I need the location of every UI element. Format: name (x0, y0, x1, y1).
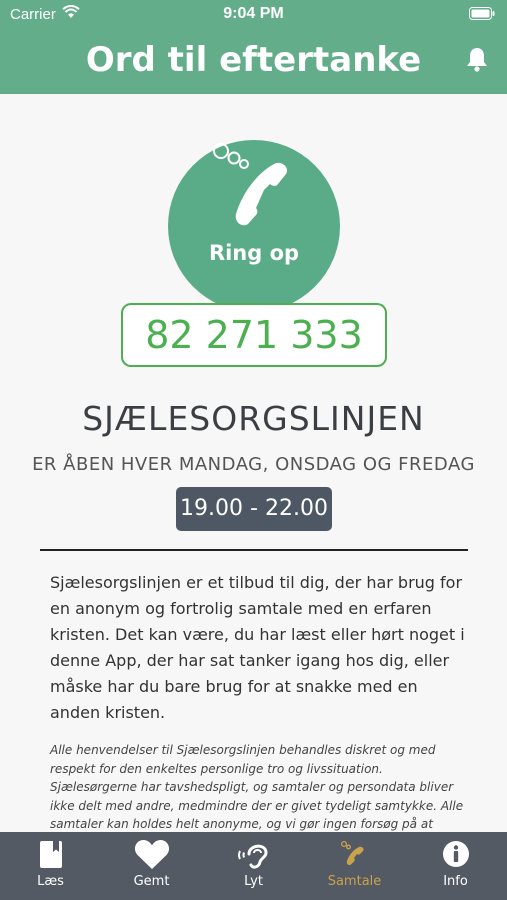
phone-icon (213, 143, 288, 226)
battery-icon (469, 7, 495, 20)
service-title: SJÆLESORGSLINJEN (82, 399, 425, 438)
status-time: 9:04 PM (223, 5, 284, 22)
phone-icon (340, 840, 364, 866)
page-title: Ord til eftertanke (85, 40, 422, 80)
tab-laes[interactable]: Læs (0, 832, 101, 900)
divider (40, 549, 468, 551)
tab-label: Lyt (244, 874, 263, 889)
bell-icon[interactable] (465, 46, 489, 72)
tab-label: Gemt (133, 874, 170, 889)
tab-info[interactable]: Info (405, 832, 506, 900)
ear-icon (237, 844, 268, 869)
tab-samtale[interactable]: Samtale (304, 832, 405, 900)
nav-bar: Ord til eftertanke (0, 28, 507, 94)
call-button[interactable]: Ring op (168, 140, 340, 312)
heart-icon (134, 840, 169, 869)
opening-hours-badge: 19.00 - 22.00 (176, 487, 332, 531)
opening-days: ER ÅBEN HVER MANDAG, ONSDAG OG FREDAG (32, 454, 475, 475)
tab-gemt[interactable]: Gemt (101, 832, 202, 900)
tab-label: Læs (37, 874, 64, 889)
content-area: Ring op 82 271 333 SJÆLESORGSLINJEN ER Å… (0, 94, 507, 832)
disclaimer-text: Alle henvendelser til Sjælesorgslinjen b… (50, 743, 464, 831)
call-label: Ring op (208, 241, 300, 265)
tab-lyt[interactable]: Lyt (203, 832, 304, 900)
tab-bar: Læs Gemt Lyt Samtale Info (0, 832, 507, 900)
tab-label: Info (443, 874, 468, 889)
tab-label: Samtale (327, 874, 382, 889)
book-icon (39, 841, 62, 868)
description-text: Sjælesorgslinjen er et tilbud til dig, d… (50, 573, 465, 722)
info-icon (442, 841, 469, 867)
phone-number-link[interactable]: 82 271 333 (121, 303, 387, 367)
status-bar: Carrier 9:04 PM (0, 0, 507, 28)
